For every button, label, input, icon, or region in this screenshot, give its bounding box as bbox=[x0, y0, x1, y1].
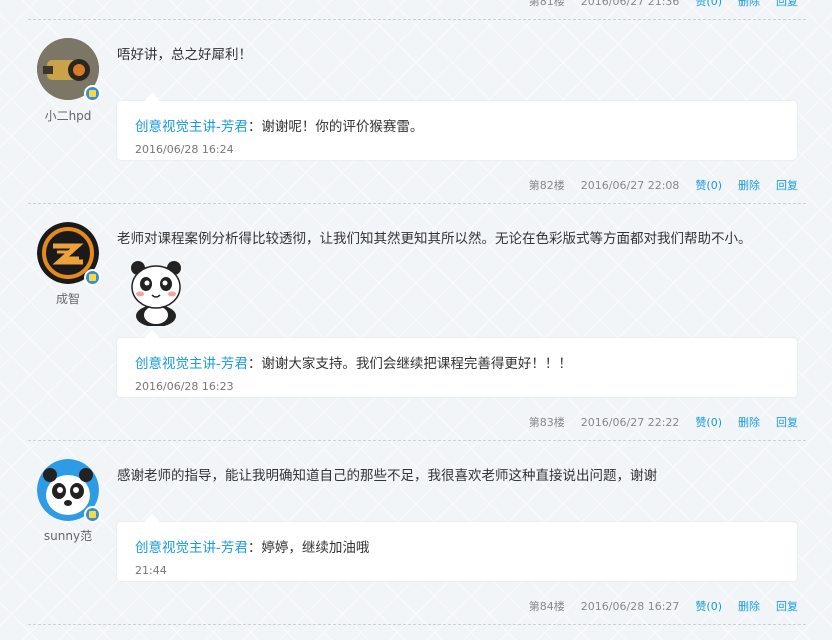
comment-text: 感谢老师的指导，能让我明确知道自己的那些不足，我很喜欢老师这种直接说出问题，谢谢 bbox=[117, 468, 657, 484]
verified-badge-icon bbox=[84, 85, 101, 102]
reply-text: 创意视觉主讲-芳君：谢谢大家支持。我们会继续把课程完善得更好！！！ bbox=[135, 352, 572, 372]
post-meta: 第83楼 2016/06/27 22:22 赞(0) 删除 回复 bbox=[529, 415, 798, 431]
post-meta-81: 第81楼 2016/06/27 21:36 赞(0) 删除 回复 bbox=[529, 0, 798, 10]
post-time: 2016/06/28 16:27 bbox=[580, 600, 680, 613]
delete-link[interactable]: 删除 bbox=[738, 415, 760, 431]
avatar[interactable] bbox=[37, 38, 101, 102]
reply-link[interactable]: 回复 bbox=[776, 415, 798, 431]
verified-badge-icon bbox=[84, 269, 101, 286]
comment-text: 唔好讲，总之好犀利！ bbox=[117, 47, 252, 63]
reply-separator: ： bbox=[247, 119, 262, 135]
reply-time: 2016/06/28 16:24 bbox=[135, 143, 234, 156]
reply-box: 创意视觉主讲-芳君：婷婷，继续加油哦 21:44 bbox=[117, 522, 797, 581]
reply-author-link[interactable]: 创意视觉主讲-芳君 bbox=[135, 119, 248, 135]
reply-text: 创意视觉主讲-芳君：谢谢呢！你的评价猴赛雷。 bbox=[135, 115, 423, 135]
avatar[interactable] bbox=[37, 459, 101, 523]
reply-link[interactable]: 回复 bbox=[776, 599, 798, 615]
reply-link[interactable]: 回复 bbox=[776, 178, 798, 194]
reply-text: 创意视觉主讲-芳君：婷婷，继续加油哦 bbox=[135, 536, 369, 556]
divider bbox=[28, 203, 806, 204]
delete-link[interactable]: 删除 bbox=[738, 178, 760, 194]
like-link[interactable]: 赞(0) bbox=[695, 0, 722, 10]
delete-link[interactable]: 删除 bbox=[738, 599, 760, 615]
reply-content: 谢谢呢！你的评价猴赛雷。 bbox=[261, 119, 424, 135]
reply-time: 2016/06/28 16:23 bbox=[135, 380, 234, 393]
verified-badge-icon bbox=[84, 506, 101, 523]
reply-author-link[interactable]: 创意视觉主讲-芳君 bbox=[135, 540, 248, 556]
delete-link[interactable]: 删除 bbox=[738, 0, 760, 10]
post-time: 2016/06/27 22:22 bbox=[580, 416, 680, 429]
panda-sticker-icon bbox=[130, 260, 182, 327]
username[interactable]: 小二hpd bbox=[28, 107, 108, 124]
username[interactable]: 成智 bbox=[28, 290, 108, 307]
post-time: 2016/06/27 22:08 bbox=[580, 179, 680, 192]
like-link[interactable]: 赞(0) bbox=[695, 415, 722, 431]
floor-number: 第84楼 bbox=[528, 600, 565, 613]
floor-number: 第81楼 bbox=[528, 0, 565, 8]
divider bbox=[28, 19, 806, 20]
post-time: 2016/06/27 21:36 bbox=[580, 0, 680, 8]
floor-number: 第82楼 bbox=[528, 179, 565, 192]
reply-separator: ： bbox=[247, 356, 262, 372]
reply-content: 谢谢大家支持。我们会继续把课程完善得更好！！！ bbox=[261, 356, 572, 372]
reply-box: 创意视觉主讲-芳君：谢谢大家支持。我们会继续把课程完善得更好！！！ 2016/0… bbox=[117, 338, 797, 397]
reply-separator: ： bbox=[247, 540, 262, 556]
reply-time: 21:44 bbox=[135, 564, 167, 577]
reply-link[interactable]: 回复 bbox=[776, 0, 798, 10]
post-meta: 第84楼 2016/06/28 16:27 赞(0) 删除 回复 bbox=[529, 599, 798, 615]
avatar[interactable] bbox=[37, 222, 101, 286]
reply-author-link[interactable]: 创意视觉主讲-芳君 bbox=[135, 356, 248, 372]
reply-content: 婷婷，继续加油哦 bbox=[261, 540, 370, 556]
like-link[interactable]: 赞(0) bbox=[695, 599, 722, 615]
divider bbox=[28, 624, 806, 625]
floor-number: 第83楼 bbox=[528, 416, 565, 429]
username[interactable]: sunny范 bbox=[28, 527, 108, 544]
post-meta: 第82楼 2016/06/27 22:08 赞(0) 删除 回复 bbox=[529, 178, 798, 194]
divider bbox=[28, 440, 806, 441]
reply-box: 创意视觉主讲-芳君：谢谢呢！你的评价猴赛雷。 2016/06/28 16:24 bbox=[117, 101, 797, 160]
comment-text: 老师对课程案例分析得比较透彻，让我们知其然更知其所以然。无论在色彩版式等方面都对… bbox=[117, 231, 752, 247]
like-link[interactable]: 赞(0) bbox=[695, 178, 722, 194]
